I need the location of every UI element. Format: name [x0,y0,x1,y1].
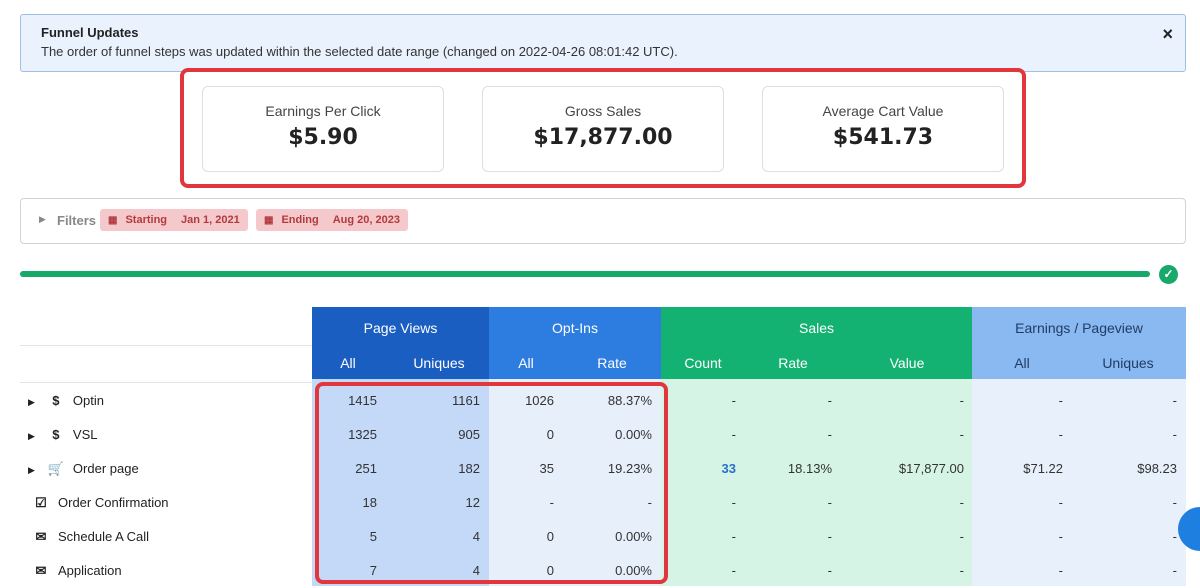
row-label: ☑ Order Confirmation [32,495,169,511]
cell-sales-rate: - [827,563,832,578]
row-label-text: Schedule A Call [58,529,150,544]
row-label-text: Order Confirmation [58,495,169,510]
dollar-icon: $ [52,427,60,442]
cell-sales-value: - [959,563,964,578]
expand-caret-icon[interactable]: ▶ [28,431,35,441]
cell-sales-value: - [959,495,964,510]
cell-sales-count: - [731,563,736,578]
header-page-views: Page Views All Uniques [312,307,489,379]
close-icon[interactable]: × [1162,24,1173,45]
cell-sales-rate: - [827,427,832,442]
row-label[interactable]: ▶ 🛒 Order page [28,461,139,477]
header-opt-ins-title: Opt-Ins [552,320,598,336]
cell-earnings-all: - [1058,393,1063,408]
cell-sales-value: $17,877.00 [898,461,964,476]
filters-bar: ▶ Filters ▦ Starting Jan 1, 2021 ▦ Ending Au… [20,198,1186,244]
expand-caret-icon[interactable]: ▶ [28,397,35,407]
cell-earnings-all: - [1058,427,1063,442]
header-sales-title: Sales [798,320,835,336]
expand-caret-icon[interactable]: ▶ [28,465,35,475]
starting-date: Jan 1, 2021 [181,214,240,226]
cell-sales-value: - [959,427,964,442]
cell-sales-count: - [731,393,736,408]
header-sub-count[interactable]: Count [661,355,745,371]
starting-label: Starting [125,214,168,226]
cell-earnings-uniques: - [1172,393,1177,408]
check-circle-icon: ✓ [1159,265,1178,284]
cell-earnings-all: - [1058,563,1063,578]
filters-toggle[interactable]: Filters [57,213,96,228]
caret-right-icon[interactable]: ▶ [39,214,46,225]
header-earnings-title: Earnings / Pageview [1015,320,1143,336]
cell-earnings-uniques: - [1172,495,1177,510]
header-sub-uniques[interactable]: Uniques [394,355,484,371]
cell-sales-value: - [959,529,964,544]
header-sub-all[interactable]: All [312,355,384,371]
cart-icon: 🛒 [47,461,65,476]
header-sub-rate[interactable]: Rate [579,355,645,371]
header-sub-uniques[interactable]: Uniques [1086,355,1170,371]
cell-earnings-uniques: - [1172,529,1177,544]
header-sub-value[interactable]: Value [871,355,943,371]
cell-sales-count: - [731,495,736,510]
ending-date-chip[interactable]: ▦ Ending Aug 20, 2023 [256,209,408,231]
cell-earnings-all: - [1058,529,1063,544]
header-opt-ins: Opt-Ins All Rate [489,307,661,379]
header-divider [20,345,312,346]
row-label-text: Application [58,563,122,578]
progress-bar [20,271,1150,277]
header-sales: Sales Count Rate Value [661,307,972,379]
header-earnings-per-pageview: Earnings / Pageview All Uniques [972,307,1186,379]
calendar-icon: ▦ [108,215,118,226]
cell-earnings-uniques: - [1172,563,1177,578]
funnel-updates-banner: Funnel Updates The order of funnel steps… [20,14,1186,72]
cell-earnings-uniques: $98.23 [1137,461,1177,476]
cell-sales-value: - [959,393,964,408]
row-label: ✉ Application [32,563,122,579]
envelope-icon: ✉ [35,563,47,578]
table-highlight-box [315,382,668,584]
dollar-icon: $ [52,393,60,408]
cell-sales-rate: - [827,529,832,544]
cell-sales-rate: 18.13% [787,461,832,476]
starting-date-chip[interactable]: ▦ Starting Jan 1, 2021 [100,209,248,231]
row-label: ✉ Schedule A Call [32,529,150,545]
cell-earnings-all: - [1058,495,1063,510]
row-label-text: Optin [72,393,104,408]
cell-sales-count[interactable]: 33 [722,461,736,476]
banner-message: The order of funnel steps was updated wi… [41,44,678,59]
cell-sales-count: - [731,427,736,442]
envelope-icon: ✉ [35,529,47,544]
cell-earnings-all: $71.22 [1023,461,1063,476]
header-sub-all[interactable]: All [489,355,563,371]
banner-title: Funnel Updates [41,25,139,40]
header-sub-rate[interactable]: Rate [757,355,829,371]
cell-sales-count: - [731,529,736,544]
row-label-text: VSL [72,427,98,442]
ending-date: Aug 20, 2023 [332,214,400,226]
row-label-text: Order page [72,461,139,476]
cell-sales-rate: - [827,495,832,510]
cell-sales-rate: - [827,393,832,408]
stats-highlight-box [180,68,1026,188]
calendar-icon: ▦ [264,215,274,226]
checkbox-icon: ☑ [35,495,47,510]
cell-earnings-uniques: - [1172,427,1177,442]
header-page-views-title: Page Views [363,320,438,336]
row-label[interactable]: ▶ $ Optin [28,393,104,408]
row-label[interactable]: ▶ $ VSL [28,427,98,442]
ending-label: Ending [281,214,319,226]
header-sub-all[interactable]: All [982,355,1062,371]
